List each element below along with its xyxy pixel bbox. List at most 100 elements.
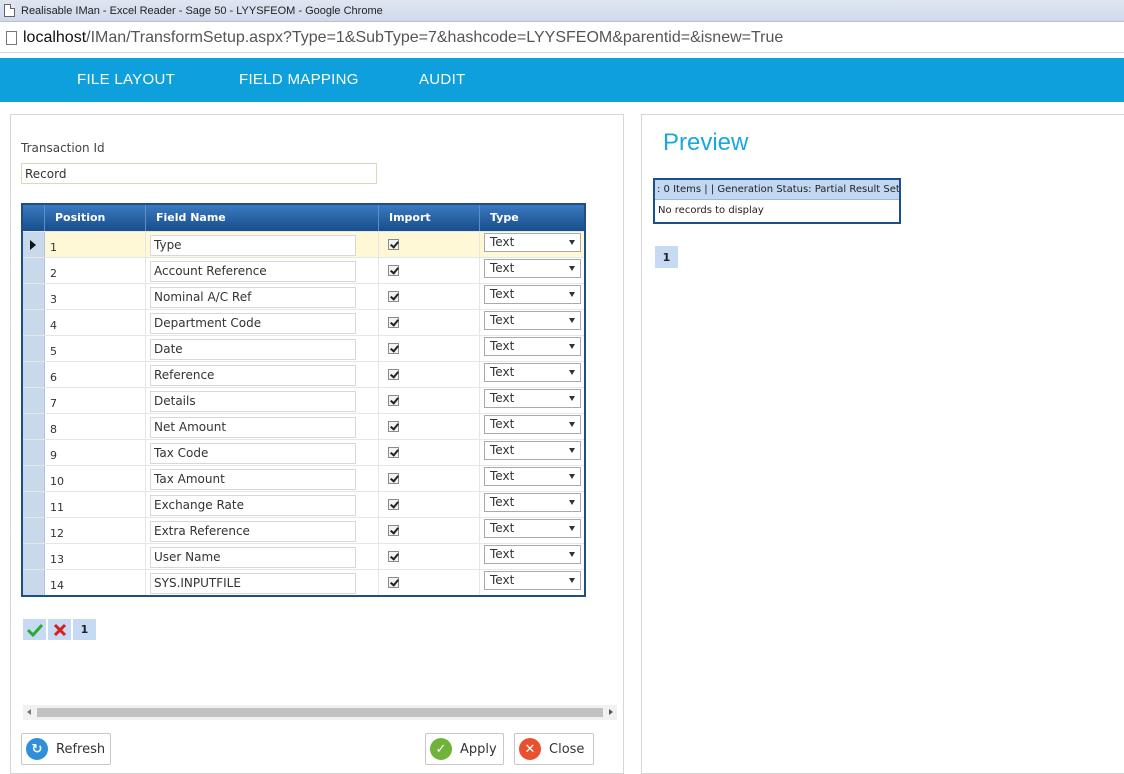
chevron-down-icon (569, 448, 575, 453)
field-name-input[interactable]: Account Reference (150, 261, 356, 282)
chevron-down-icon (569, 266, 575, 271)
import-checkbox[interactable] (388, 551, 399, 562)
scroll-left-arrow-icon[interactable] (27, 709, 31, 715)
header-field-name[interactable]: Field Name (146, 205, 379, 231)
table-row[interactable]: 2 Account Reference Text (23, 257, 584, 283)
import-checkbox[interactable] (388, 317, 399, 328)
header-type[interactable]: Type (480, 205, 584, 231)
refresh-button[interactable]: ↻ Refresh (21, 733, 111, 765)
header-position[interactable]: Position (45, 205, 146, 231)
type-select[interactable]: Text (484, 415, 581, 434)
import-checkbox[interactable] (388, 239, 399, 250)
save-changes-button[interactable] (23, 619, 46, 640)
tab-file-layout[interactable]: FILE LAYOUT (77, 58, 175, 102)
cancel-changes-button[interactable] (48, 619, 71, 640)
field-name-input[interactable]: Date (150, 339, 356, 360)
table-row[interactable]: 5 Date Text (23, 335, 584, 361)
import-checkbox[interactable] (388, 473, 399, 484)
table-row[interactable]: 3 Nominal A/C Ref Text (23, 283, 584, 309)
tab-audit[interactable]: AUDIT (419, 58, 466, 102)
field-name-input[interactable]: Department Code (150, 313, 356, 334)
type-select[interactable]: Text (484, 441, 581, 460)
field-name-input[interactable]: Tax Amount (150, 469, 356, 490)
apply-label: Apply (460, 741, 497, 757)
import-checkbox[interactable] (388, 577, 399, 588)
import-checkbox[interactable] (388, 395, 399, 406)
row-selector[interactable] (23, 362, 45, 387)
type-select[interactable]: Text (484, 493, 581, 512)
row-selector[interactable] (23, 440, 45, 465)
type-cell: Text (480, 466, 584, 491)
field-name-input[interactable]: Type (150, 235, 356, 256)
row-selector[interactable] (23, 232, 45, 257)
import-checkbox[interactable] (388, 421, 399, 432)
type-select[interactable]: Text (484, 285, 581, 304)
row-selector[interactable] (23, 388, 45, 413)
position-cell: 14 (45, 570, 146, 595)
position-cell: 1 (45, 232, 146, 257)
field-name-input[interactable]: SYS.INPUTFILE (150, 573, 356, 594)
row-selector[interactable] (23, 544, 45, 569)
table-row[interactable]: 7 Details Text (23, 387, 584, 413)
import-checkbox[interactable] (388, 525, 399, 536)
field-name-input[interactable]: User Name (150, 547, 356, 568)
table-row[interactable]: 8 Net Amount Text (23, 413, 584, 439)
import-checkbox[interactable] (388, 369, 399, 380)
current-row-arrow-icon (30, 240, 36, 250)
table-row[interactable]: 14 SYS.INPUTFILE Text (23, 569, 584, 595)
field-name-input[interactable]: Tax Code (150, 443, 356, 464)
field-name-input[interactable]: Reference (150, 365, 356, 386)
row-selector[interactable] (23, 492, 45, 517)
type-select[interactable]: Text (484, 233, 581, 252)
transaction-id-input[interactable] (21, 163, 377, 184)
horizontal-scrollbar[interactable] (23, 705, 617, 720)
field-name-input[interactable]: Extra Reference (150, 521, 356, 542)
page-number[interactable]: 1 (73, 619, 96, 640)
type-select[interactable]: Text (484, 259, 581, 278)
tab-field-mapping[interactable]: FIELD MAPPING (239, 58, 359, 102)
row-selector[interactable] (23, 310, 45, 335)
import-checkbox[interactable] (388, 499, 399, 510)
type-select[interactable]: Text (484, 571, 581, 590)
table-row[interactable]: 12 Extra Reference Text (23, 517, 584, 543)
table-row[interactable]: 10 Tax Amount Text (23, 465, 584, 491)
url-text[interactable]: localhost/IMan/TransformSetup.aspx?Type=… (23, 29, 783, 47)
table-row[interactable]: 4 Department Code Text (23, 309, 584, 335)
table-row[interactable]: 11 Exchange Rate Text (23, 491, 584, 517)
field-name-input[interactable]: Net Amount (150, 417, 356, 438)
table-row[interactable]: 1 Type Text (23, 231, 584, 257)
row-selector[interactable] (23, 570, 45, 595)
field-name-input[interactable]: Exchange Rate (150, 495, 356, 516)
apply-button[interactable]: ✓ Apply (425, 733, 504, 765)
import-checkbox[interactable] (388, 343, 399, 354)
field-name-input[interactable]: Details (150, 391, 356, 412)
table-row[interactable]: 6 Reference Text (23, 361, 584, 387)
field-grid: Position Field Name Import Type 1 Type T… (21, 203, 586, 597)
type-select[interactable]: Text (484, 389, 581, 408)
row-selector[interactable] (23, 518, 45, 543)
import-checkbox[interactable] (388, 265, 399, 276)
import-checkbox[interactable] (388, 447, 399, 458)
row-selector[interactable] (23, 414, 45, 439)
table-row[interactable]: 9 Tax Code Text (23, 439, 584, 465)
type-select[interactable]: Text (484, 363, 581, 382)
type-value: Text (490, 261, 515, 275)
close-button[interactable]: ✕ Close (514, 733, 594, 765)
field-name-input[interactable]: Nominal A/C Ref (150, 287, 356, 308)
type-select[interactable]: Text (484, 545, 581, 564)
header-import[interactable]: Import (379, 205, 480, 231)
address-bar[interactable]: localhost/IMan/TransformSetup.aspx?Type=… (0, 23, 1124, 53)
table-row[interactable]: 13 User Name Text (23, 543, 584, 569)
type-select[interactable]: Text (484, 311, 581, 330)
import-checkbox[interactable] (388, 291, 399, 302)
row-selector[interactable] (23, 258, 45, 283)
type-select[interactable]: Text (484, 519, 581, 538)
row-selector[interactable] (23, 336, 45, 361)
row-selector[interactable] (23, 466, 45, 491)
row-selector[interactable] (23, 284, 45, 309)
preview-page-number[interactable]: 1 (655, 246, 678, 268)
type-select[interactable]: Text (484, 467, 581, 486)
type-select[interactable]: Text (484, 337, 581, 356)
scrollbar-thumb[interactable] (37, 708, 603, 717)
scroll-right-arrow-icon[interactable] (609, 709, 613, 715)
